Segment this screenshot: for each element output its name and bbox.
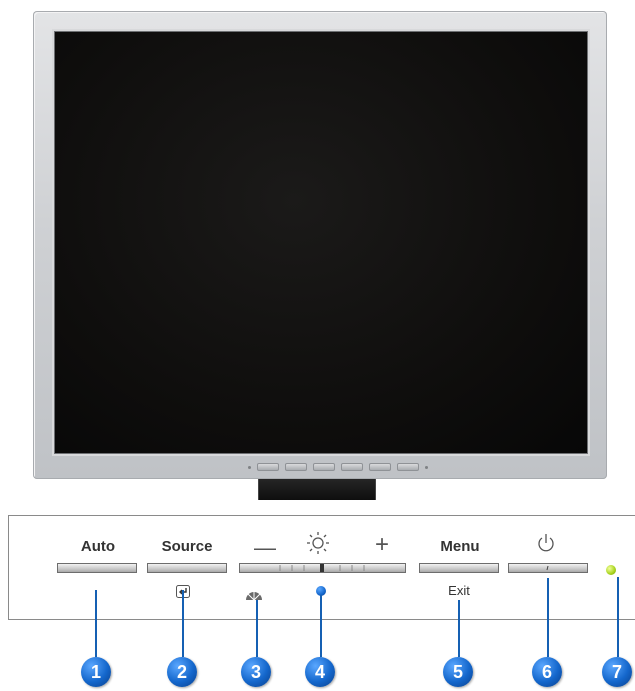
menu-button[interactable] bbox=[419, 563, 499, 573]
exit-label: Exit bbox=[448, 583, 470, 598]
magicbright-icon bbox=[245, 588, 263, 601]
menu-label: Menu bbox=[440, 538, 480, 555]
bezel-dot bbox=[425, 465, 428, 469]
power-led bbox=[606, 565, 616, 575]
bezel-button[interactable] bbox=[257, 463, 279, 471]
monitor-diagram: Auto Source — + Menu Exit 1 2 3 4 5 6 7 bbox=[0, 0, 635, 691]
callout-5: 5 bbox=[443, 657, 473, 687]
monitor-bezel bbox=[33, 11, 607, 479]
callout-line bbox=[320, 595, 322, 657]
auto-button[interactable] bbox=[57, 563, 137, 573]
bezel-button[interactable] bbox=[313, 463, 335, 471]
callout-6: 6 bbox=[532, 657, 562, 687]
callout-line bbox=[182, 590, 184, 657]
source-label: Source bbox=[161, 538, 213, 555]
callout-line bbox=[256, 600, 258, 657]
bezel-button[interactable] bbox=[341, 463, 363, 471]
minus-icon: — bbox=[254, 535, 276, 560]
callout-1: 1 bbox=[81, 657, 111, 687]
adjust-slider[interactable] bbox=[239, 563, 406, 573]
bezel-button[interactable] bbox=[397, 463, 419, 471]
plus-icon: + bbox=[374, 531, 389, 558]
bezel-buttons bbox=[248, 463, 428, 471]
power-icon bbox=[537, 533, 555, 553]
callout-line bbox=[617, 577, 619, 657]
brightness-icon bbox=[306, 531, 330, 555]
callout-4: 4 bbox=[305, 657, 335, 687]
source-button[interactable] bbox=[147, 563, 227, 573]
auto-label: Auto bbox=[80, 538, 116, 555]
callout-7: 7 bbox=[602, 657, 632, 687]
callout-line bbox=[458, 600, 460, 657]
callout-line bbox=[547, 578, 549, 657]
monitor-screen bbox=[54, 31, 588, 454]
power-button[interactable] bbox=[508, 563, 588, 573]
callout-line bbox=[95, 590, 97, 657]
bezel-button[interactable] bbox=[285, 463, 307, 471]
bezel-button[interactable] bbox=[369, 463, 391, 471]
callout-3: 3 bbox=[241, 657, 271, 687]
callout-2: 2 bbox=[167, 657, 197, 687]
bezel-dot bbox=[248, 465, 251, 469]
